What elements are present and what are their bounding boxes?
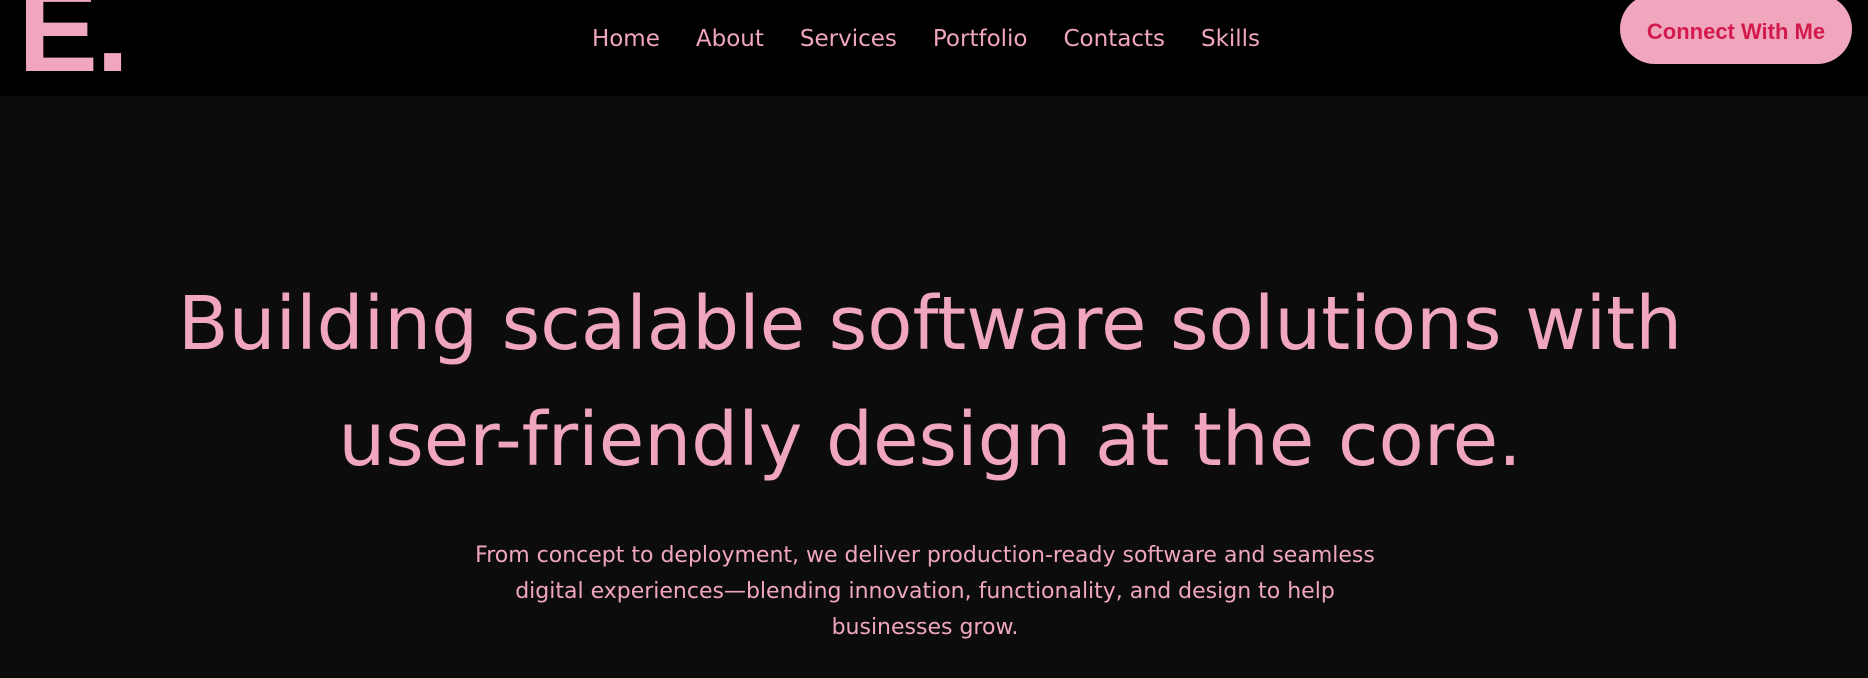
nav-contacts-link[interactable]: Contacts [1064,26,1165,52]
nav-about-link[interactable]: About [696,26,764,52]
hero-subtitle: From concept to deployment, we deliver p… [475,543,1375,640]
connect-with-me-button[interactable]: Connect With Me [1620,0,1852,64]
nav-skills-link[interactable]: Skills [1201,26,1260,52]
nav-home-link[interactable]: Home [592,26,660,52]
navbar: E. Home About Services Portfolio Contact… [0,0,1868,96]
hero-section: Building scalable software solutions wit… [0,96,1868,678]
hero-title: Building scalable software solutions wit… [177,281,1683,483]
nav-portfolio-link[interactable]: Portfolio [933,26,1028,52]
nav-links: Home About Services Portfolio Contacts S… [0,0,1868,78]
nav-services-link[interactable]: Services [800,26,897,52]
